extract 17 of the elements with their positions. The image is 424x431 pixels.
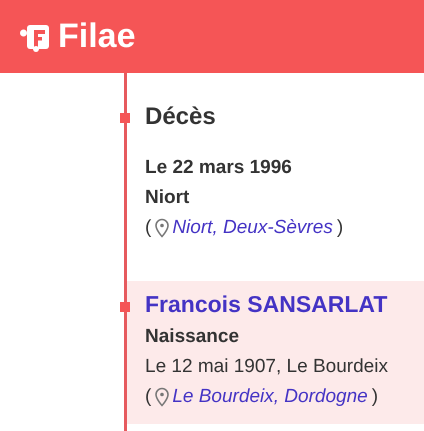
- event-title: Décès: [145, 103, 217, 131]
- person-name-link[interactable]: Francois SANSARLAT: [145, 291, 416, 318]
- place-link[interactable]: Le Bourdeix, Dordogne: [172, 382, 368, 412]
- event-detail: Le 22 mars 1996: [145, 156, 293, 180]
- location-pin-icon: [154, 218, 170, 238]
- event-detail: Le 12 mai 1907, Le Bourdeix: [145, 355, 389, 379]
- event-detail: Naissance: [145, 325, 240, 349]
- parenthesis: (: [145, 216, 152, 240]
- logo-text: Filae: [58, 17, 136, 56]
- timeline-marker: [120, 302, 130, 312]
- location-pin-icon: [154, 387, 170, 407]
- event-detail: Niort: [145, 186, 190, 210]
- timeline-marker: [120, 113, 130, 123]
- parenthesis: (: [145, 385, 152, 409]
- parenthesis: ): [372, 385, 378, 409]
- place-link[interactable]: Niort, Deux-Sèvres: [172, 213, 333, 243]
- parenthesis: ): [336, 216, 344, 240]
